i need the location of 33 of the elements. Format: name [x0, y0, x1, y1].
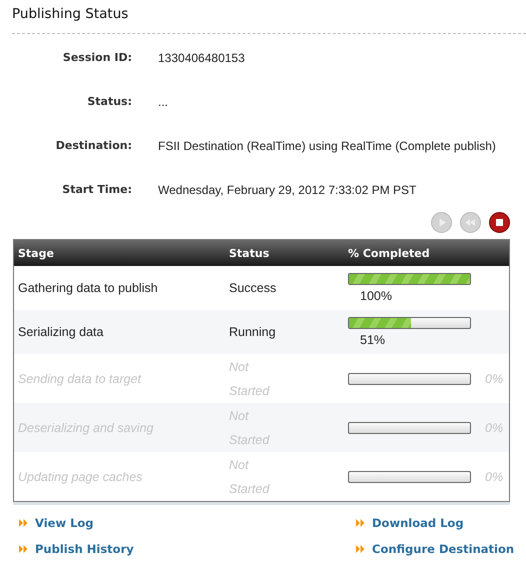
percent-text: 0% [485, 470, 504, 484]
stage-status: Running [229, 325, 277, 339]
percent-text: 100% [360, 289, 392, 303]
stage-status: Not Started [229, 358, 271, 400]
field-value: Wednesday, February 29, 2012 7:33:02 PM PST [158, 182, 418, 198]
stage-status: Success [229, 281, 278, 295]
field-label: Session ID: [62, 50, 132, 66]
action-link[interactable]: Download Log [356, 516, 464, 530]
field-value: 1330406480153 [158, 50, 246, 66]
action-link[interactable]: View Log [19, 516, 94, 530]
action-link[interactable]: Configure Destination [356, 542, 514, 556]
field-label: Destination: [54, 138, 132, 154]
page-title: Publishing Status [12, 6, 130, 24]
percent-text: 0% [485, 372, 504, 386]
column-header: Status [229, 246, 270, 260]
stage-status: Not Started [229, 456, 271, 498]
action-link[interactable]: Publish History [19, 542, 134, 556]
stop-button[interactable] [489, 212, 510, 233]
double-arrow-icon [19, 545, 28, 553]
field-value: ... [158, 94, 170, 110]
column-header: Stage [18, 246, 55, 260]
field-label: Start Time: [61, 182, 132, 198]
stage-name: Sending data to target [18, 372, 142, 386]
stage-name: Serializing data [18, 325, 104, 339]
double-arrow-icon [356, 545, 365, 553]
field-value: FSII Destination (RealTime) using RealTime (Complete publish) [158, 138, 497, 154]
percent-text: 51% [360, 333, 386, 347]
stage-name: Updating page caches [18, 470, 144, 484]
double-arrow-icon [19, 519, 28, 527]
field-label: Status: [86, 94, 132, 110]
double-arrow-icon [356, 519, 365, 527]
column-header: % Completed [348, 246, 431, 260]
stage-name: Gathering data to publish [18, 281, 159, 295]
